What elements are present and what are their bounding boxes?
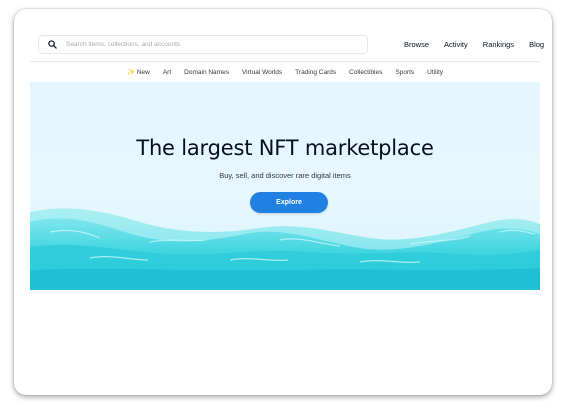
nav-activity[interactable]: Activity — [444, 40, 468, 49]
category-virtual-worlds[interactable]: Virtual Worlds — [242, 69, 282, 76]
category-bar: ✨ New Art Domain Names Virtual Worlds Tr… — [30, 64, 540, 80]
hero-banner: The largest NFT marketplace Buy, sell, a… — [30, 82, 540, 290]
main-nav: Browse Activity Rankings Blog — [404, 35, 544, 54]
category-trading-cards[interactable]: Trading Cards — [295, 69, 336, 76]
top-navigation-bar: Browse Activity Rankings Blog — [30, 33, 544, 59]
hero-title: The largest NFT marketplace — [136, 136, 434, 160]
browser-window: Browse Activity Rankings Blog ✨ New Art … — [14, 9, 552, 395]
nav-browse[interactable]: Browse — [404, 40, 429, 49]
category-art[interactable]: Art — [163, 69, 171, 76]
nav-rankings[interactable]: Rankings — [483, 40, 514, 49]
explore-button[interactable]: Explore — [250, 192, 328, 213]
ocean-waves-illustration — [30, 208, 540, 290]
category-sports[interactable]: Sports — [395, 69, 414, 76]
category-collectibles[interactable]: Collectibles — [349, 69, 382, 76]
category-utility[interactable]: Utility — [427, 69, 443, 76]
search-bar[interactable] — [38, 35, 368, 54]
category-new[interactable]: ✨ New — [127, 68, 150, 76]
category-domain-names[interactable]: Domain Names — [184, 69, 229, 76]
header-divider — [30, 61, 540, 62]
nav-blog[interactable]: Blog — [529, 40, 544, 49]
search-icon — [42, 36, 62, 53]
search-input[interactable] — [62, 41, 356, 48]
hero-subtitle: Buy, sell, and discover rare digital ite… — [219, 171, 351, 180]
